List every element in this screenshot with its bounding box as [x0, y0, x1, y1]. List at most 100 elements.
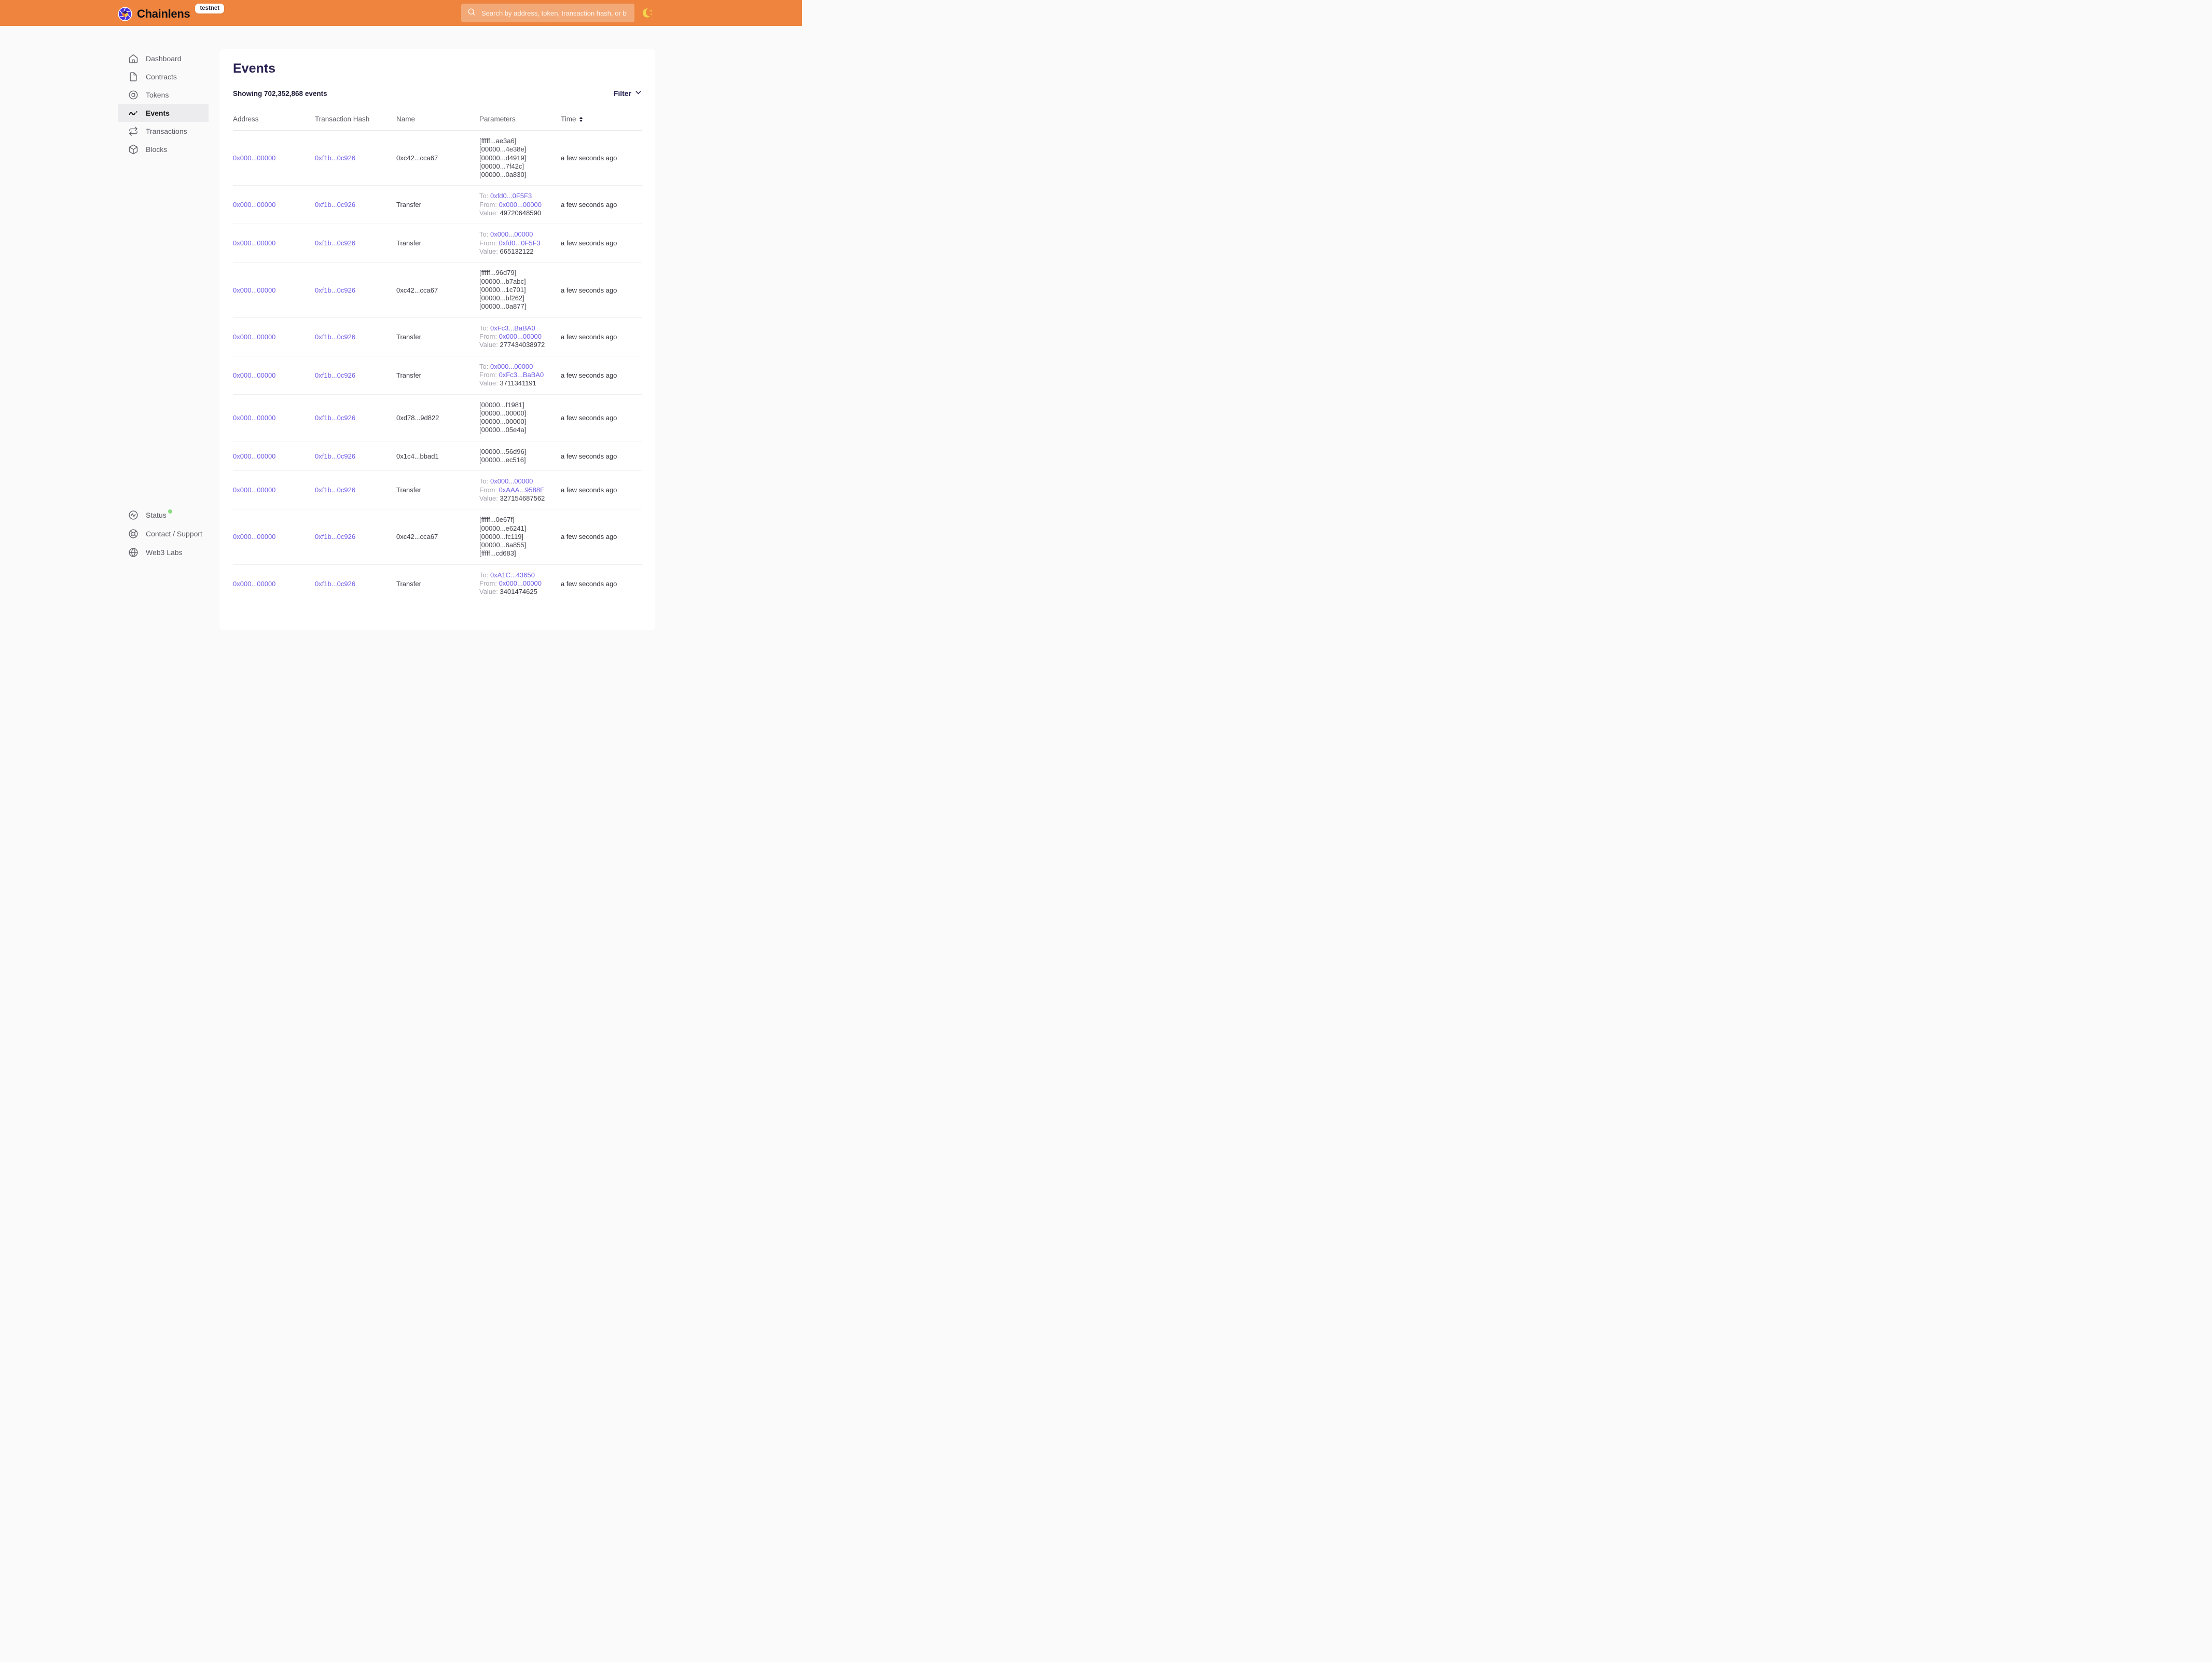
sidebar-item-label: Dashboard	[146, 54, 182, 63]
to-address-link[interactable]: 0xA1C...43650	[490, 571, 535, 579]
network-badge: testnet	[195, 4, 224, 13]
from-address-link[interactable]: 0x000...00000	[499, 579, 542, 587]
transfer-value: 49720648590	[500, 209, 542, 217]
topic-item: [00000...0a877]	[479, 302, 561, 311]
table-row: 0x000...000000xf1b...0c926TransferTo: 0x…	[233, 224, 642, 262]
search-box	[461, 4, 634, 22]
address-link[interactable]: 0x000...00000	[233, 154, 275, 162]
table-row: 0x000...000000xf1b...0c926TransferTo: 0x…	[233, 565, 642, 603]
topic-item: [fffff...96d79]	[479, 269, 561, 277]
sidebar-item-events[interactable]: Events	[118, 104, 209, 122]
events-panel: Events Showing 702,352,868 events Filter…	[219, 49, 655, 630]
event-time: a few seconds ago	[561, 154, 642, 162]
theme-toggle-button[interactable]	[642, 6, 655, 20]
status-online-dot	[168, 509, 172, 514]
from-address-link[interactable]: 0xfd0...0F5F3	[499, 239, 541, 247]
sidebar-item-blocks[interactable]: Blocks	[118, 140, 209, 158]
transaction-hash-link[interactable]: 0xf1b...0c926	[315, 486, 355, 494]
table-row: 0x000...000000xf1b...0c926TransferTo: 0x…	[233, 356, 642, 395]
transaction-hash-link[interactable]: 0xf1b...0c926	[315, 239, 355, 247]
topic-item: [00000...56d96]	[479, 448, 561, 456]
transaction-hash-link[interactable]: 0xf1b...0c926	[315, 333, 355, 341]
to-address-link[interactable]: 0x000...00000	[490, 230, 533, 238]
address-link[interactable]: 0x000...00000	[233, 239, 275, 247]
address-link[interactable]: 0x000...00000	[233, 580, 275, 588]
from-address-link[interactable]: 0x000...00000	[499, 333, 542, 340]
brand[interactable]: Chainlens testnet	[118, 5, 224, 21]
search-input[interactable]	[480, 9, 628, 18]
sidebar-item-dashboard[interactable]: Dashboard	[118, 49, 209, 67]
transaction-hash-link[interactable]: 0xf1b...0c926	[315, 414, 355, 422]
event-name: 0x1c4...bbad1	[396, 452, 479, 460]
transaction-hash-link[interactable]: 0xf1b...0c926	[315, 371, 355, 379]
column-header-address: Address	[233, 115, 315, 123]
event-time: a few seconds ago	[561, 414, 642, 422]
address-link[interactable]: 0x000...00000	[233, 371, 275, 379]
event-name: Transfer	[396, 201, 479, 209]
transfer-value: 3401474625	[500, 588, 537, 595]
to-label: To:	[479, 363, 488, 370]
sidebar-item-label: Web3 Labs	[146, 548, 183, 557]
address-link[interactable]: 0x000...00000	[233, 452, 275, 460]
event-name: 0xd78...9d822	[396, 414, 479, 422]
transaction-hash-link[interactable]: 0xf1b...0c926	[315, 580, 355, 588]
transaction-hash-link[interactable]: 0xf1b...0c926	[315, 154, 355, 162]
to-address-link[interactable]: 0xFc3...BaBA0	[490, 324, 535, 332]
event-time: a few seconds ago	[561, 201, 642, 209]
sidebar-item-web3-labs[interactable]: Web3 Labs	[118, 543, 209, 562]
sidebar-item-label: Contracts	[146, 73, 177, 81]
sidebar-item-contact-support[interactable]: Contact / Support	[118, 524, 209, 543]
topic-item: [00000...4e38e]	[479, 145, 561, 154]
event-parameters: To: 0xfd0...0F5F3From: 0x000...00000Valu…	[479, 192, 561, 217]
sidebar-item-label: Transactions	[146, 127, 187, 135]
topic-item: [00000...b7abc]	[479, 278, 561, 286]
address-link[interactable]: 0x000...00000	[233, 201, 275, 209]
event-name: Transfer	[396, 333, 479, 341]
to-address-link[interactable]: 0x000...00000	[490, 477, 533, 485]
column-header-time[interactable]: Time	[561, 115, 642, 123]
to-label: To:	[479, 477, 488, 485]
value-label: Value:	[479, 247, 498, 255]
topic-item: [00000...ec516]	[479, 456, 561, 464]
from-label: From:	[479, 201, 497, 209]
page-title: Events	[233, 62, 642, 75]
to-address-link[interactable]: 0xfd0...0F5F3	[490, 192, 532, 200]
filter-button[interactable]: Filter	[614, 89, 642, 98]
from-address-link[interactable]: 0xFc3...BaBA0	[499, 371, 544, 379]
address-link[interactable]: 0x000...00000	[233, 333, 275, 341]
address-link[interactable]: 0x000...00000	[233, 533, 275, 541]
address-link[interactable]: 0x000...00000	[233, 414, 275, 422]
transaction-hash-link[interactable]: 0xf1b...0c926	[315, 286, 355, 294]
topic-item: [00000...f1981]	[479, 401, 561, 409]
address-link[interactable]: 0x000...00000	[233, 486, 275, 494]
value-label: Value:	[479, 379, 498, 387]
table-row: 0x000...000000xf1b...0c9260xc42...cca67[…	[233, 131, 642, 186]
sidebar-item-label: Tokens	[146, 91, 169, 99]
sidebar-item-label: Status	[146, 511, 167, 519]
sidebar-item-transactions[interactable]: Transactions	[118, 122, 209, 140]
value-label: Value:	[479, 209, 498, 217]
table-row: 0x000...00000 0xf1b...0c926 0xd78...9d822[…	[233, 395, 642, 441]
from-address-link[interactable]: 0xAAA...9588E	[499, 486, 545, 494]
sort-icon[interactable]	[579, 117, 583, 122]
address-link[interactable]: 0x000...00000	[233, 286, 275, 294]
sidebar-item-status[interactable]: Status	[118, 506, 209, 524]
from-label: From:	[479, 333, 497, 340]
event-time: a few seconds ago	[561, 239, 642, 247]
value-label: Value:	[479, 341, 498, 349]
event-time: a few seconds ago	[561, 286, 642, 294]
topic-item: [fffff...0e67f]	[479, 516, 561, 524]
transaction-hash-link[interactable]: 0xf1b...0c926	[315, 201, 355, 209]
from-address-link[interactable]: 0x000...00000	[499, 201, 542, 209]
table-row: 0x000...00000 0xf1b...0c926 0x1c4...bbad1[…	[233, 441, 642, 472]
topic-item: [00000...6a855]	[479, 541, 561, 549]
transaction-hash-link[interactable]: 0xf1b...0c926	[315, 452, 355, 460]
sidebar-item-contracts[interactable]: Contracts	[118, 67, 209, 86]
sidebar: Dashboard Contracts Tokens Events Transactio…	[118, 49, 209, 562]
event-name: 0xc42...cca67	[396, 533, 479, 541]
to-address-link[interactable]: 0x000...00000	[490, 363, 533, 370]
repeat-icon	[128, 126, 139, 136]
transaction-hash-link[interactable]: 0xf1b...0c926	[315, 533, 355, 541]
event-parameters: [fffff...ae3a6][00000...4e38e][00000...d…	[479, 137, 561, 179]
sidebar-item-tokens[interactable]: Tokens	[118, 86, 209, 104]
